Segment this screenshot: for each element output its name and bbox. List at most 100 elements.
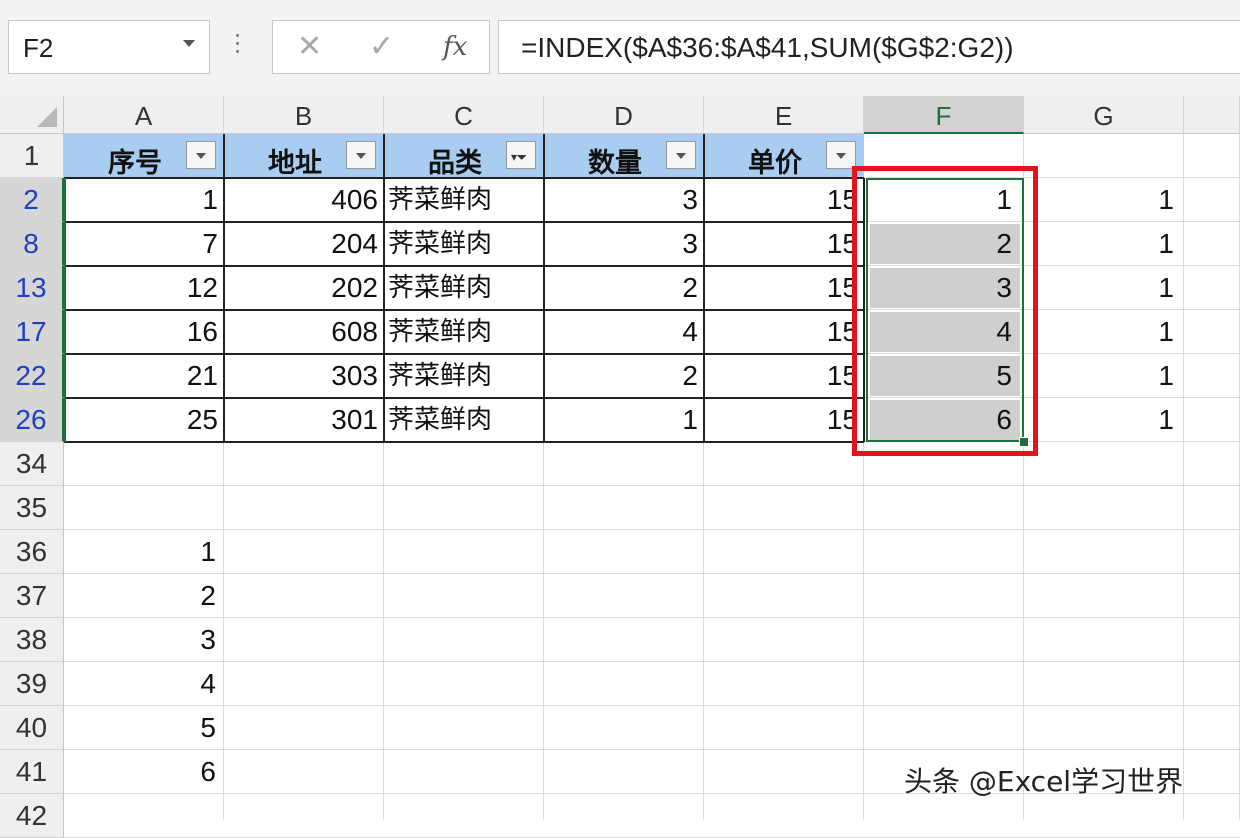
row-header-34[interactable]: 34 [0, 442, 64, 486]
row-header-13[interactable]: 13 [0, 266, 64, 310]
column-header-f[interactable]: F [864, 96, 1024, 134]
cell-a22[interactable]: 21 [64, 354, 224, 398]
grid-row-line [64, 661, 1240, 662]
cell-d2[interactable]: 3 [544, 178, 704, 222]
cell-a38[interactable]: 3 [64, 618, 224, 662]
table-header-cell[interactable]: 单价 [704, 134, 864, 178]
cancel-icon[interactable]: ✕ [297, 29, 322, 64]
column-header-b[interactable]: B [224, 96, 384, 134]
row-header-42[interactable]: 42 [0, 794, 64, 838]
table-border [64, 265, 864, 267]
formula-input[interactable]: =INDEX($A$36:$A$41,SUM($G$2:G2)) [498, 20, 1240, 74]
cell-a37[interactable]: 2 [64, 574, 224, 618]
cell-d8[interactable]: 3 [544, 222, 704, 266]
table-header-cell[interactable]: 地址 [224, 134, 384, 178]
cell-g2[interactable]: 1 [1024, 178, 1184, 222]
column-header-c[interactable]: C [384, 96, 544, 134]
column-header-a[interactable]: A [64, 96, 224, 134]
filter-dropdown-icon[interactable] [826, 141, 856, 169]
filter-dropdown-icon[interactable] [346, 141, 376, 169]
cell-e8[interactable]: 15 [704, 222, 858, 266]
row-header-35[interactable]: 35 [0, 486, 64, 530]
row-header-1[interactable]: 1 [0, 134, 64, 178]
enter-icon[interactable]: ✓ [369, 29, 394, 64]
row-header-38[interactable]: 38 [0, 618, 64, 662]
cell-d13[interactable]: 2 [544, 266, 704, 310]
cell-e26[interactable]: 15 [704, 398, 858, 442]
row-header-39[interactable]: 39 [0, 662, 64, 706]
cell-b26[interactable]: 301 [224, 398, 384, 442]
column-header-d[interactable]: D [544, 96, 704, 134]
formula-bar-area: F2 ✕ ✓ fx =INDEX($A$36:$A$41,SUM($G$2:G2… [0, 0, 1240, 96]
cell-c13[interactable]: 荠菜鲜肉 [384, 266, 544, 310]
row-header-8[interactable]: 8 [0, 222, 64, 266]
insert-function-icon[interactable]: fx [443, 32, 467, 62]
cell-a42[interactable] [64, 794, 224, 838]
grid-row-line [64, 705, 1240, 706]
cell-g17[interactable]: 1 [1024, 310, 1184, 354]
cell-c8[interactable]: 荠菜鲜肉 [384, 222, 544, 266]
cell-a34[interactable] [64, 442, 224, 486]
cell-d26[interactable]: 1 [544, 398, 704, 442]
cell-a8[interactable]: 7 [64, 222, 224, 266]
row-header-37[interactable]: 37 [0, 574, 64, 618]
cell-c22[interactable]: 荠菜鲜肉 [384, 354, 544, 398]
cell-a39[interactable]: 4 [64, 662, 224, 706]
cell-g8[interactable]: 1 [1024, 222, 1184, 266]
table-header-cell[interactable]: 品类 ▾⏷ [384, 134, 544, 178]
cell-a2[interactable]: 1 [64, 178, 224, 222]
cell-a40[interactable]: 5 [64, 706, 224, 750]
table-border [703, 134, 705, 442]
formula-text[interactable]: =INDEX($A$36:$A$41,SUM($G$2:G2)) [521, 32, 1014, 64]
column-header-g[interactable]: G [1024, 96, 1184, 134]
column-header-h[interactable] [1184, 96, 1240, 134]
select-all-corner[interactable] [0, 96, 64, 134]
row-header-36[interactable]: 36 [0, 530, 64, 574]
cell-b8[interactable]: 204 [224, 222, 384, 266]
table-header-label: 序号 [108, 148, 162, 178]
cell-c26[interactable]: 荠菜鲜肉 [384, 398, 544, 442]
cell-b22[interactable]: 303 [224, 354, 384, 398]
filter-dropdown-icon[interactable] [186, 141, 216, 169]
table-header-cell[interactable]: 数量 [544, 134, 704, 178]
cell-e17[interactable]: 15 [704, 310, 858, 354]
table-header-cell[interactable]: 序号 [64, 134, 224, 178]
column-header-e[interactable]: E [704, 96, 864, 134]
grid-row-line [64, 617, 1240, 618]
table-header-label: 地址 [268, 148, 322, 178]
cell-b13[interactable]: 202 [224, 266, 384, 310]
chevron-down-icon[interactable] [183, 40, 195, 47]
cell-d22[interactable]: 2 [544, 354, 704, 398]
cell-a26[interactable]: 25 [64, 398, 224, 442]
row-header-41[interactable]: 41 [0, 750, 64, 794]
cell-g26[interactable]: 1 [1024, 398, 1184, 442]
cell-c2[interactable]: 荠菜鲜肉 [384, 178, 544, 222]
drag-handle-icon[interactable] [236, 34, 240, 58]
cell-a41[interactable]: 6 [64, 750, 224, 794]
row-header-40[interactable]: 40 [0, 706, 64, 750]
filter-active-icon[interactable]: ▾⏷ [506, 141, 536, 169]
cell-c17[interactable]: 荠菜鲜肉 [384, 310, 544, 354]
row-header-22[interactable]: 22 [0, 354, 64, 398]
cell-b17[interactable]: 608 [224, 310, 384, 354]
cell-a17[interactable]: 16 [64, 310, 224, 354]
filter-dropdown-icon[interactable] [666, 141, 696, 169]
cell-a35[interactable] [64, 486, 224, 530]
chevron-down-icon [836, 153, 846, 159]
row-header-26[interactable]: 26 [0, 398, 64, 442]
cell-e13[interactable]: 15 [704, 266, 858, 310]
row-header-2[interactable]: 2 [0, 178, 64, 222]
cell-e2[interactable]: 15 [704, 178, 858, 222]
cell-b2[interactable]: 406 [224, 178, 384, 222]
table-border [64, 177, 864, 179]
fill-handle[interactable] [1019, 437, 1029, 447]
name-box-value: F2 [23, 33, 54, 63]
cell-a36[interactable]: 1 [64, 530, 224, 574]
cell-g22[interactable]: 1 [1024, 354, 1184, 398]
cell-d17[interactable]: 4 [544, 310, 704, 354]
cell-e22[interactable]: 15 [704, 354, 858, 398]
cell-a13[interactable]: 12 [64, 266, 224, 310]
cell-g13[interactable]: 1 [1024, 266, 1184, 310]
row-header-17[interactable]: 17 [0, 310, 64, 354]
name-box[interactable]: F2 [8, 20, 210, 74]
